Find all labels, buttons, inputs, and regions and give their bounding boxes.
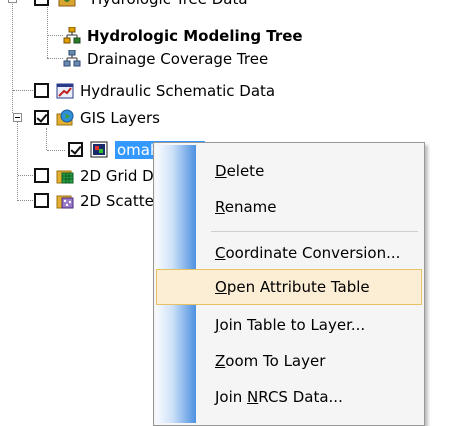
modeling-tree-icon bbox=[63, 27, 81, 44]
layer-checkbox[interactable] bbox=[68, 142, 83, 157]
tree-line bbox=[17, 121, 18, 201]
shapefile-layer-icon bbox=[90, 141, 108, 158]
drainage-tree-icon bbox=[63, 50, 81, 67]
hydrologic-data-icon bbox=[58, 0, 76, 7]
tree-row-hydrologic-tree-data[interactable]: Hydrologic Tree Data bbox=[0, 0, 248, 8]
hydraulic-schematic-icon bbox=[56, 83, 74, 99]
menu-item-join-nrcs-data[interactable]: Join NRCS Data... bbox=[156, 379, 422, 415]
layer-checkbox[interactable] bbox=[34, 193, 49, 208]
tree-row-hydrologic-modeling-tree[interactable]: Hydrologic Modeling Tree bbox=[0, 26, 340, 46]
menu-item-label: Rename bbox=[215, 198, 277, 216]
tree-label: GIS Layers bbox=[80, 109, 160, 127]
menu-item-label: Join Table to Layer... bbox=[215, 316, 366, 334]
tree-row-hydraulic-schematic-data[interactable]: Hydraulic Schematic Data bbox=[0, 81, 300, 101]
layer-checkbox[interactable] bbox=[34, 168, 49, 183]
tree-label: Hydrologic Modeling Tree bbox=[87, 27, 303, 45]
tree-row-drainage-coverage-tree[interactable]: Drainage Coverage Tree bbox=[0, 49, 300, 69]
menu-item-delete[interactable]: Delete bbox=[156, 153, 422, 189]
2d-grid-icon bbox=[56, 170, 74, 184]
menu-item-label: Coordinate Conversion... bbox=[215, 244, 401, 262]
context-menu: Delete Rename Coordinate Conversion... O… bbox=[153, 142, 425, 426]
tree-row-gis-layers[interactable]: GIS Layers bbox=[0, 108, 260, 128]
menu-item-join-table-to-layer[interactable]: Join Table to Layer... bbox=[156, 307, 422, 343]
layer-checkbox[interactable] bbox=[34, 83, 49, 98]
menu-item-coordinate-conversion[interactable]: Coordinate Conversion... bbox=[156, 235, 422, 271]
menu-item-label: Open Attribute Table bbox=[215, 278, 370, 296]
menu-item-open-attribute-table[interactable]: Open Attribute Table bbox=[156, 269, 422, 305]
menu-item-rename[interactable]: Rename bbox=[156, 189, 422, 225]
menu-separator bbox=[211, 231, 418, 232]
layer-checkbox[interactable] bbox=[34, 0, 49, 6]
menu-item-zoom-to-layer[interactable]: Zoom To Layer bbox=[156, 343, 422, 379]
gis-layers-icon bbox=[56, 109, 74, 126]
menu-item-label: Zoom To Layer bbox=[215, 352, 326, 370]
menu-item-label: Delete bbox=[215, 162, 265, 180]
collapse-icon[interactable] bbox=[8, 0, 17, 3]
2d-scatter-icon bbox=[56, 195, 74, 209]
tree-label: Drainage Coverage Tree bbox=[87, 50, 269, 68]
tree-label: Hydrologic Tree Data bbox=[91, 0, 248, 8]
layer-checkbox[interactable] bbox=[34, 110, 49, 125]
tree-label: Hydraulic Schematic Data bbox=[80, 82, 276, 100]
menu-item-label: Join NRCS Data... bbox=[215, 388, 343, 406]
collapse-icon[interactable] bbox=[13, 113, 22, 122]
